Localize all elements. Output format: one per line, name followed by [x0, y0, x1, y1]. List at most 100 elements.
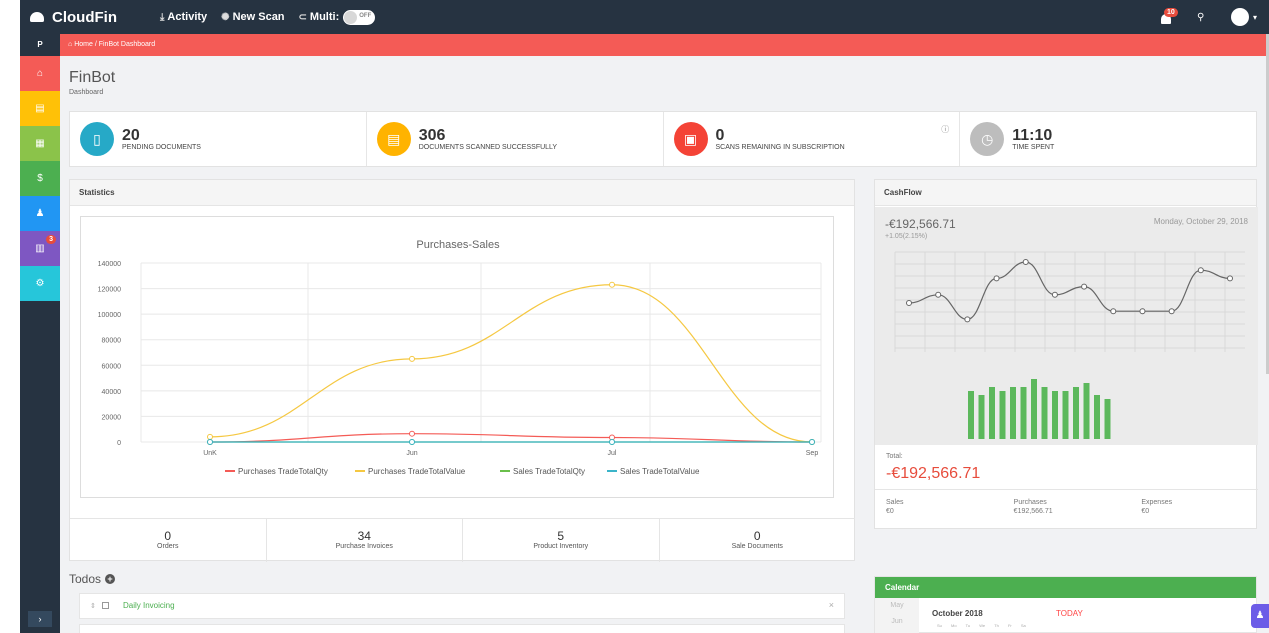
app-name: CloudFin [52, 8, 117, 26]
cashflow-total-label: Total: [886, 453, 903, 460]
todo-item-next[interactable] [79, 624, 845, 633]
y-tick-label: 100000 [98, 312, 121, 319]
stat-text: 11:10 TIME SPENT [1012, 127, 1054, 151]
cashflow-bar [1041, 387, 1048, 439]
stat-icon: ◷ [970, 122, 1005, 156]
todo-item[interactable]: ⇕ Daily Invoicing × [79, 593, 845, 619]
settings-icon: ⚙ [35, 278, 45, 289]
calendar-side-month[interactable]: May [875, 598, 919, 614]
cloud-logo-icon [30, 12, 44, 22]
cashflow-totals: Total: -€192,566.71 Sales €0 Purchases €… [875, 445, 1258, 531]
stat-label: SCANS REMAINING IN SUBSCRIPTION [715, 143, 845, 151]
reports-icon: ▥ [35, 243, 45, 254]
breadcrumb-home[interactable]: Home [74, 41, 93, 48]
calendar-weekdays: Su Mo Tu We Th Fr Sa [937, 623, 1026, 628]
nav-activity[interactable]: ⤓ Activity [160, 11, 207, 23]
cashflow-bar [1052, 391, 1058, 439]
y-tick-label: 140000 [98, 261, 121, 268]
y-tick-label: 40000 [102, 389, 122, 396]
stat-value: 306 [418, 126, 446, 144]
data-point[interactable] [409, 430, 415, 437]
cashflow-point [1197, 267, 1204, 274]
calendar-header: Calendar [875, 577, 1256, 598]
cashflow-bar [1094, 395, 1100, 439]
home-icon: ⌂ [36, 68, 44, 79]
x-tick-label: UnK [203, 450, 217, 457]
cashflow-bar [968, 391, 974, 439]
cashflow-breakdown: Sales €0 Purchases €192,566.71 Expenses … [875, 489, 1258, 531]
cashflow-point [1022, 259, 1029, 265]
nav-activity-label: Activity [167, 11, 208, 23]
add-todo-icon[interactable]: + [105, 574, 116, 584]
data-point[interactable] [207, 439, 213, 445]
notifications-badge: 10 [1163, 8, 1178, 17]
legend-label[interactable]: Sales TradeTotalValue [620, 467, 700, 476]
sidebar-badge: 3 [46, 235, 56, 244]
calendar-panel: Calendar May Jun October 2018 TODAY Su M… [874, 576, 1257, 633]
count-box: 34 Purchase Invoices [267, 519, 463, 562]
count-value: 0 [164, 529, 172, 543]
count-box: 0 Orders [70, 519, 267, 562]
y-tick-label: 120000 [98, 287, 121, 294]
multi-toggle[interactable]: OFF [343, 9, 376, 25]
help-button[interactable]: ♟ [1251, 604, 1269, 628]
data-point[interactable] [409, 355, 415, 362]
data-point[interactable] [809, 439, 815, 445]
cashflow-purchases: Purchases €192,566.71 [1003, 490, 1131, 531]
cashflow-sales-label: Sales [886, 499, 904, 506]
data-point[interactable] [609, 439, 615, 445]
calendar-today-button[interactable]: TODAY [1056, 609, 1083, 618]
download-icon: ⤓ [160, 11, 165, 23]
calendar-month: October 2018 [932, 609, 983, 618]
sidebar-item-finance[interactable]: $ [20, 161, 60, 196]
cashflow-expenses: Expenses €0 [1130, 490, 1258, 531]
sidebar-item-settings[interactable]: ⚙ [20, 266, 60, 301]
cashflow-line [908, 261, 1231, 321]
legend-label[interactable]: Sales TradeTotalQty [513, 467, 585, 476]
sidebar-item-documents[interactable]: ▤ [20, 91, 60, 126]
close-icon[interactable]: × [829, 600, 834, 610]
cashflow-bar [1083, 383, 1090, 439]
data-point[interactable] [207, 433, 213, 440]
sidebar-item-invoices[interactable]: ▦ [20, 126, 60, 161]
series-line [209, 433, 813, 443]
sidebar-item-users[interactable]: ♟ [20, 196, 60, 231]
chevron-down-icon[interactable]: ▾ [1253, 13, 1257, 22]
cashflow-point [935, 291, 942, 298]
calendar-side-month[interactable]: Jun [875, 614, 919, 630]
nav-new-scan-label: New Scan [232, 11, 285, 23]
cashflow-point [1168, 308, 1175, 315]
breadcrumb-current: FinBot Dashboard [98, 41, 156, 48]
statistics-header: Statistics [70, 180, 854, 206]
stat-text: 306 DOCUMENTS SCANNED SUCCESSFULLY [418, 126, 557, 151]
finance-icon: $ [37, 173, 43, 184]
data-point[interactable] [409, 439, 415, 445]
notifications-button[interactable]: 10 [1157, 8, 1178, 26]
brand[interactable]: CloudFin [20, 9, 160, 26]
cashflow-bar [1031, 379, 1037, 439]
cashflow-purchases-value: €192,566.71 [1013, 508, 1053, 515]
cashflow-point [906, 300, 912, 306]
cashflow-total: -€192,566.71 [886, 465, 981, 482]
todo-checkbox[interactable] [102, 602, 109, 609]
legend-label[interactable]: Purchases TradeTotalValue [368, 467, 466, 476]
user-avatar[interactable] [1230, 8, 1249, 26]
home-icon: ⌂ [68, 41, 73, 48]
cashflow-bar [978, 395, 985, 439]
sidebar-item-reports[interactable]: ▥ 3 [20, 231, 60, 266]
stat-icon: ▣ [673, 122, 708, 156]
cashflow-point [1227, 275, 1233, 282]
sidebar-item-home[interactable]: ⌂ [20, 56, 60, 91]
top-navbar: CloudFin ⤓ Activity ✺ New Scan ⊂ Multi: … [20, 0, 1269, 34]
drag-handle-icon[interactable]: ⇕ [90, 602, 96, 610]
stat-text: 0 SCANS REMAINING IN SUBSCRIPTION [715, 127, 845, 151]
nav-multi: ⊂ Multi: OFF [299, 9, 376, 25]
info-icon[interactable]: ⓘ [941, 124, 949, 135]
search-icon[interactable]: ⚲ [1197, 12, 1217, 23]
todos-title: Todos + [69, 572, 116, 586]
sidebar-top-item[interactable]: P [20, 34, 60, 56]
nav-new-scan[interactable]: ✺ New Scan [221, 11, 284, 23]
legend-label[interactable]: Purchases TradeTotalQty [238, 467, 328, 476]
sidebar-collapse-button[interactable]: › [28, 611, 52, 627]
data-point[interactable] [609, 281, 615, 288]
